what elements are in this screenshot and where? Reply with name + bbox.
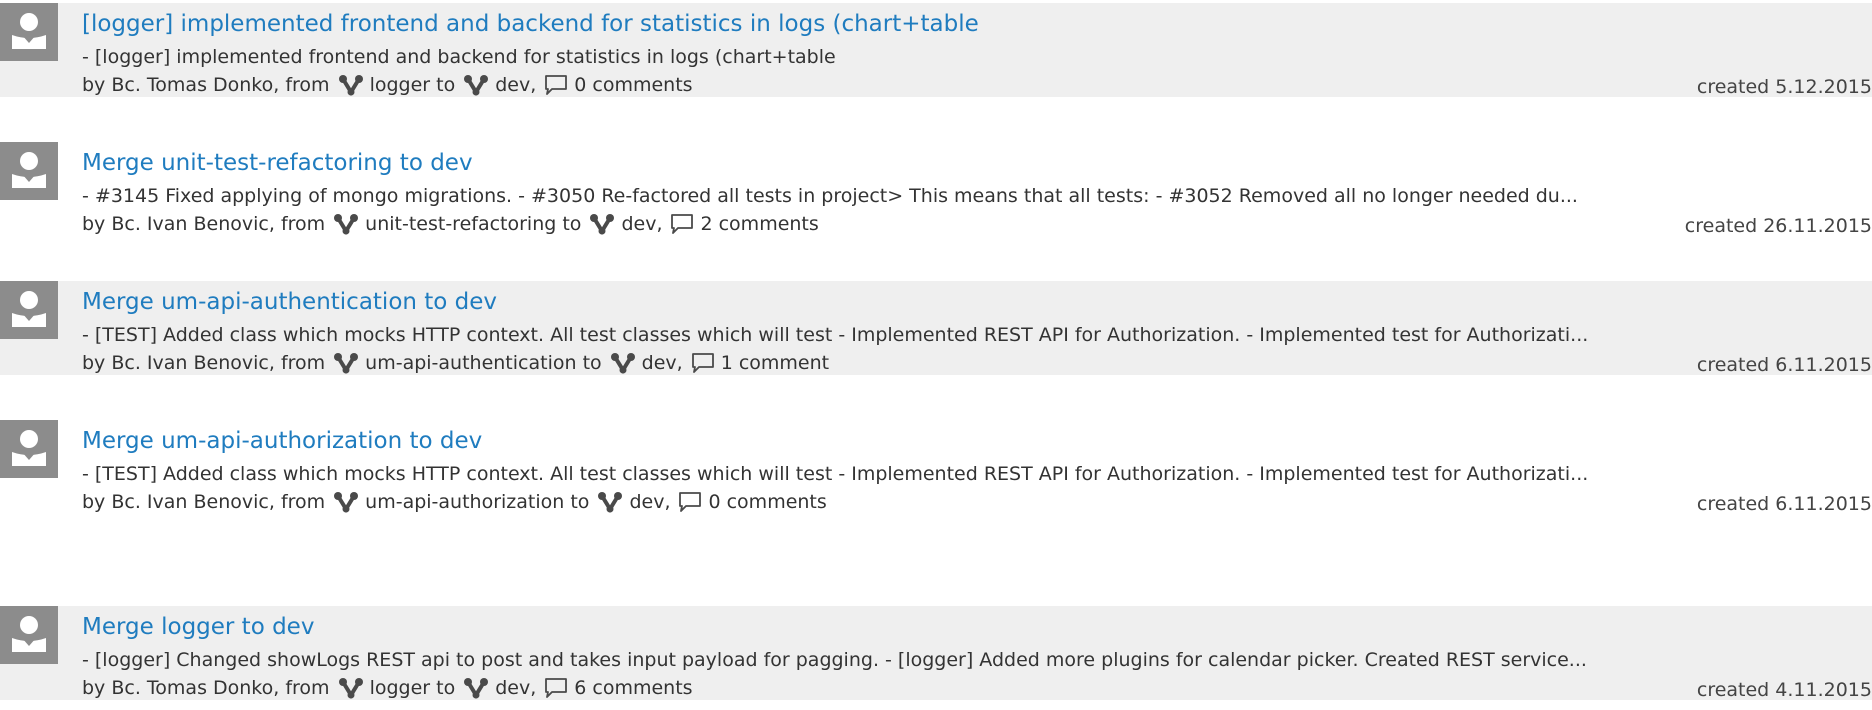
from-label: , from: [273, 677, 330, 699]
target-branch[interactable]: dev: [495, 676, 530, 700]
by-label: by: [82, 213, 106, 235]
to-label: to: [436, 74, 456, 96]
to-label: to: [582, 352, 602, 374]
source-branch[interactable]: logger: [370, 73, 431, 97]
to-label: to: [436, 677, 456, 699]
comment-count[interactable]: 2 comments: [700, 212, 818, 236]
branch-merge-icon: [597, 491, 623, 513]
author-name[interactable]: Bc. Tomas Donko: [111, 73, 273, 97]
pull-request-meta: by Bc. Tomas Donko , from logger to dev …: [82, 73, 693, 97]
comment-bubble-icon: [670, 213, 694, 235]
author-name[interactable]: Bc. Ivan Benovic: [111, 351, 269, 375]
pull-request-description: - [TEST] Added class which mocks HTTP co…: [82, 324, 1589, 346]
from-label: , from: [273, 74, 330, 96]
comma-separator: ,: [530, 74, 537, 96]
to-label: to: [570, 491, 590, 513]
pull-request-title[interactable]: Merge logger to dev: [82, 612, 314, 642]
created-date: created 4.11.2015: [1696, 679, 1872, 701]
target-branch[interactable]: dev: [621, 212, 656, 236]
comment-count[interactable]: 6 comments: [574, 676, 692, 700]
author-name[interactable]: Bc. Tomas Donko: [111, 676, 273, 700]
pull-request-item: Merge um-api-authentication to dev - [TE…: [0, 281, 1872, 376]
branch-merge-icon: [338, 677, 364, 699]
branch-merge-icon: [463, 74, 489, 96]
comment-count[interactable]: 0 comments: [708, 490, 826, 514]
pull-request-item: Merge unit-test-refactoring to dev - #31…: [0, 142, 1872, 237]
comma-separator: ,: [530, 677, 537, 699]
user-avatar-icon[interactable]: [0, 3, 58, 61]
pull-request-title[interactable]: [logger] implemented frontend and backen…: [82, 9, 979, 39]
user-avatar-icon[interactable]: [0, 142, 58, 200]
source-branch[interactable]: um-api-authentication: [365, 351, 576, 375]
branch-merge-icon: [463, 677, 489, 699]
pull-request-item: [logger] implemented frontend and backen…: [0, 3, 1872, 98]
source-branch[interactable]: unit-test-refactoring: [365, 212, 556, 236]
source-branch[interactable]: logger: [370, 676, 431, 700]
branch-merge-icon: [333, 352, 359, 374]
pull-request-title[interactable]: Merge um-api-authorization to dev: [82, 426, 482, 456]
branch-merge-icon: [610, 352, 636, 374]
pull-request-item: Merge um-api-authorization to dev - [TES…: [0, 420, 1872, 515]
pull-request-meta: by Bc. Ivan Benovic , from um-api-author…: [82, 490, 827, 514]
pull-request-list: [logger] implemented frontend and backen…: [0, 0, 1872, 710]
comment-bubble-icon: [678, 491, 702, 513]
comma-separator: ,: [656, 213, 663, 235]
by-label: by: [82, 74, 106, 96]
from-label: , from: [268, 491, 326, 513]
target-branch[interactable]: dev: [629, 490, 664, 514]
to-label: to: [562, 213, 582, 235]
target-branch[interactable]: dev: [642, 351, 677, 375]
source-branch[interactable]: um-api-authorization: [365, 490, 564, 514]
comment-bubble-icon: [544, 74, 568, 96]
user-avatar-icon[interactable]: [0, 606, 58, 664]
branch-merge-icon: [333, 213, 359, 235]
author-name[interactable]: Bc. Ivan Benovic: [111, 490, 269, 514]
created-date: created 6.11.2015: [1696, 493, 1872, 515]
pull-request-description: - [logger] Changed showLogs REST api to …: [82, 649, 1587, 671]
branch-merge-icon: [589, 213, 615, 235]
pull-request-meta: by Bc. Tomas Donko , from logger to dev …: [82, 676, 693, 700]
pull-request-description: - [TEST] Added class which mocks HTTP co…: [82, 463, 1589, 485]
pull-request-description: - [logger] implemented frontend and back…: [82, 46, 836, 68]
branch-merge-icon: [338, 74, 364, 96]
pull-request-meta: by Bc. Ivan Benovic , from unit-test-ref…: [82, 212, 819, 236]
comma-separator: ,: [676, 352, 683, 374]
pull-request-title[interactable]: Merge um-api-authentication to dev: [82, 287, 497, 317]
user-avatar-icon[interactable]: [0, 420, 58, 478]
pull-request-description: - #3145 Fixed applying of mongo migratio…: [82, 185, 1578, 207]
comment-count[interactable]: 0 comments: [574, 73, 692, 97]
branch-merge-icon: [333, 491, 359, 513]
comment-count[interactable]: 1 comment: [721, 351, 829, 375]
by-label: by: [82, 352, 106, 374]
author-name[interactable]: Bc. Ivan Benovic: [111, 212, 269, 236]
by-label: by: [82, 491, 106, 513]
created-date: created 6.11.2015: [1696, 354, 1872, 376]
comma-separator: ,: [664, 491, 671, 513]
pull-request-meta: by Bc. Ivan Benovic , from um-api-authen…: [82, 351, 829, 375]
by-label: by: [82, 677, 106, 699]
from-label: , from: [268, 213, 326, 235]
from-label: , from: [268, 352, 326, 374]
created-date: created 5.12.2015: [1696, 76, 1872, 98]
comment-bubble-icon: [544, 677, 568, 699]
pull-request-title[interactable]: Merge unit-test-refactoring to dev: [82, 148, 473, 178]
pull-request-item: Merge logger to dev - [logger] Changed s…: [0, 606, 1872, 701]
comment-bubble-icon: [691, 352, 715, 374]
target-branch[interactable]: dev: [495, 73, 530, 97]
user-avatar-icon[interactable]: [0, 281, 58, 339]
created-date: created 26.11.2015: [1684, 215, 1872, 237]
